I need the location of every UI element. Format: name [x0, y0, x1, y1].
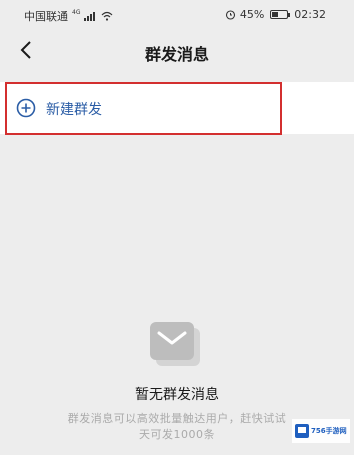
nav-bar: 群发消息	[0, 30, 354, 72]
new-broadcast-label: 新建群发	[46, 102, 102, 118]
empty-desc-line-2: 天可发1000条	[139, 428, 215, 441]
watermark-text: 756手游网	[311, 427, 347, 435]
new-broadcast-button[interactable]: 新建群发	[0, 82, 354, 134]
status-right: 45% 02:32	[225, 8, 326, 21]
page-title: 群发消息	[144, 45, 209, 64]
add-circle-icon	[16, 98, 36, 118]
carrier-label: 中国联通	[24, 10, 68, 23]
empty-state-description: 群发消息可以高效批量触达用户，赶快试试 天可发1000条	[36, 411, 318, 443]
status-left: 中国联通 4G	[24, 8, 113, 24]
battery-icon	[270, 10, 291, 19]
wifi-icon	[102, 11, 113, 21]
empty-desc-line-1: 群发消息可以高效批量触达用户，赶快试试	[67, 412, 287, 425]
clock-time: 02:32	[294, 8, 326, 21]
alarm-icon	[225, 10, 235, 20]
watermark-logo: 756手游网	[292, 419, 350, 443]
watermark-icon	[295, 424, 309, 438]
message-empty-icon	[150, 322, 200, 366]
battery-percent: 45%	[239, 8, 265, 21]
empty-state-title: 暂无群发消息	[135, 387, 219, 403]
signal-icon	[84, 11, 96, 21]
network-type: 4G	[72, 8, 81, 16]
status-bar: 中国联通 4G 45% 02:32	[0, 0, 354, 30]
